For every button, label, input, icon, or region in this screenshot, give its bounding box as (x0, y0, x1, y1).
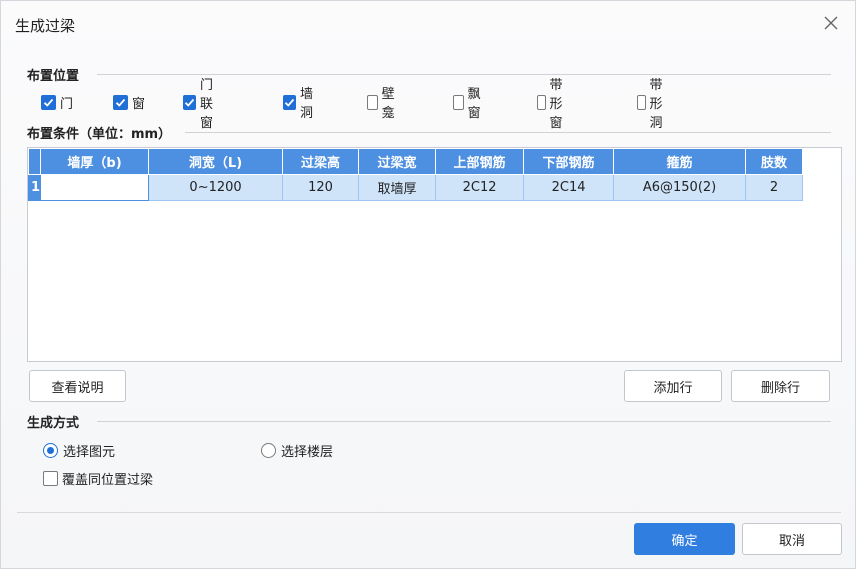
title-bar: 生成过梁 (1, 1, 855, 51)
conditions-section-label: 布置条件（单位：mm） (27, 127, 172, 142)
conditions-grid[interactable]: 墙厚（b) 洞宽（L) 过梁高 过梁宽 上部钢筋 下部钢筋 箍筋 肢数 1 0~… (27, 147, 842, 362)
checkbox-window-label: 窗 (132, 96, 146, 112)
ok-button[interactable]: 确定 (634, 523, 735, 555)
method-divider (97, 421, 831, 422)
table-cell[interactable]: 2C14 (523, 174, 615, 201)
conditions-table: 墙厚（b) 洞宽（L) 过梁高 过梁宽 上部钢筋 下部钢筋 箍筋 肢数 1 0~… (27, 148, 804, 201)
checkbox-strip-opening-box[interactable] (637, 94, 646, 110)
delete-row-button[interactable]: 删除行 (731, 370, 830, 402)
method-section-label: 生成方式 (27, 416, 80, 431)
close-icon (824, 16, 838, 30)
column-header[interactable]: 肢数 (745, 148, 804, 175)
table-cell[interactable]: 取墙厚 (358, 174, 437, 201)
table-cell[interactable]: 2 (745, 174, 804, 201)
table-header-row: 墙厚（b) 洞宽（L) 过梁高 过梁宽 上部钢筋 下部钢筋 箍筋 肢数 (27, 148, 804, 175)
table-cell[interactable]: 120 (282, 174, 360, 201)
checkbox-door-window-label: 门联窗 (200, 77, 214, 131)
column-header[interactable]: 过梁高 (282, 148, 360, 175)
radio-select-floor-label: 选择楼层 (281, 444, 334, 460)
checkbox-overwrite[interactable]: 覆盖同位置过梁 (43, 469, 154, 488)
column-header[interactable]: 上部钢筋 (435, 148, 525, 175)
column-header[interactable]: 过梁宽 (358, 148, 437, 175)
table-cell[interactable]: 0~1200 (148, 174, 284, 201)
checkbox-window-box[interactable] (113, 94, 128, 110)
check-icon (43, 98, 54, 107)
checkbox-strip-opening-label: 带形洞 (649, 77, 663, 131)
placement-section-label: 布置位置 (27, 69, 80, 84)
column-header[interactable]: 箍筋 (613, 148, 747, 175)
checkbox-door-box[interactable] (41, 94, 56, 110)
radio-select-element-dot[interactable] (43, 442, 58, 458)
checkbox-door-window[interactable]: 门联窗 (183, 78, 215, 131)
close-button[interactable] (821, 13, 841, 33)
dialog-title: 生成过梁 (15, 17, 76, 35)
checkbox-niche[interactable]: 壁龛 (367, 87, 399, 121)
checkbox-wall-opening-box[interactable] (283, 94, 296, 110)
table-cell[interactable]: A6@150(2) (613, 174, 747, 201)
row-header[interactable]: 1 (27, 174, 42, 201)
check-icon (115, 98, 126, 107)
column-header[interactable]: 墙厚（b) (40, 148, 150, 175)
checkbox-strip-opening[interactable]: 带形洞 (637, 78, 669, 131)
table-cell[interactable] (40, 174, 150, 201)
add-row-button[interactable]: 添加行 (624, 370, 722, 402)
checkbox-strip-window-label: 带形窗 (549, 77, 563, 131)
checkbox-strip-window[interactable]: 带形窗 (537, 78, 569, 131)
checkbox-window[interactable]: 窗 (113, 93, 146, 112)
checkbox-niche-label: 壁龛 (381, 87, 395, 121)
checkbox-strip-window-box[interactable] (537, 94, 546, 110)
footer-divider (17, 512, 841, 513)
table-row[interactable]: 1 0~1200 120 取墙厚 2C12 2C14 A6@150(2) 2 (27, 174, 804, 201)
checkbox-bay-window-box[interactable] (453, 94, 464, 110)
column-header[interactable]: 下部钢筋 (523, 148, 615, 175)
generate-lintel-dialog: 生成过梁 布置位置 门 窗 门联窗 墙洞 壁龛 飘窗 带形窗 带形洞 布置条件（… (0, 0, 856, 569)
radio-select-floor[interactable]: 选择楼层 (261, 441, 334, 460)
table-cell[interactable]: 2C12 (435, 174, 525, 201)
checkbox-door[interactable]: 门 (41, 93, 74, 112)
column-header[interactable]: 洞宽（L) (148, 148, 284, 175)
checkbox-bay-window-label: 飘窗 (467, 87, 481, 121)
check-icon (284, 98, 295, 107)
cancel-button[interactable]: 取消 (742, 523, 842, 555)
view-help-button[interactable]: 查看说明 (29, 370, 126, 402)
checkbox-wall-opening[interactable]: 墙洞 (283, 87, 315, 121)
radio-select-element-label: 选择图元 (63, 444, 116, 460)
radio-select-floor-dot[interactable] (261, 442, 276, 458)
check-icon (184, 98, 195, 107)
corner-header (27, 148, 42, 175)
checkbox-bay-window[interactable]: 飘窗 (453, 87, 485, 121)
conditions-divider (185, 132, 831, 133)
radio-select-element[interactable]: 选择图元 (43, 441, 116, 460)
checkbox-door-label: 门 (60, 96, 74, 112)
checkbox-niche-box[interactable] (367, 94, 378, 110)
checkbox-overwrite-label: 覆盖同位置过梁 (62, 472, 154, 488)
checkbox-overwrite-box[interactable] (43, 470, 58, 486)
checkbox-door-window-box[interactable] (183, 94, 196, 110)
checkbox-wall-opening-label: 墙洞 (300, 87, 314, 121)
